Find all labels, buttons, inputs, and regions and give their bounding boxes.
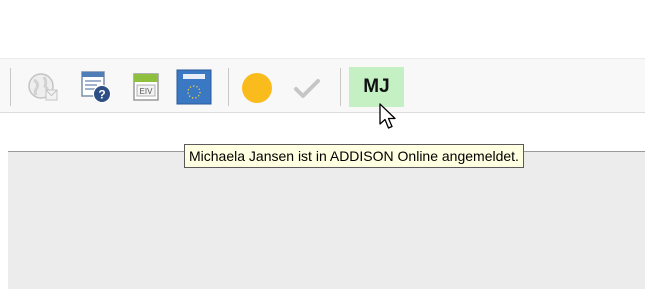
user-initials-button[interactable]: MJ: [349, 67, 404, 107]
elv-card-icon[interactable]: EIV: [131, 71, 161, 103]
eu-calculator-icon[interactable]: [175, 68, 213, 106]
login-status-tooltip: Michaela Jansen ist in ADDISON Online an…: [184, 144, 524, 168]
toolbar-separator: [10, 68, 11, 106]
mouse-cursor-icon: [379, 103, 396, 129]
toolbar-separator: [228, 68, 229, 106]
main-content-area: [8, 152, 645, 289]
svg-text:EIV: EIV: [140, 87, 154, 96]
status-dot-icon[interactable]: [240, 71, 274, 105]
toolbar-divider: [0, 112, 645, 113]
toolbar-separator: [340, 68, 341, 106]
checkmark-icon[interactable]: [292, 76, 322, 102]
help-window-icon[interactable]: ?: [79, 69, 115, 105]
svg-text:?: ?: [98, 88, 105, 102]
globe-icon[interactable]: [26, 70, 60, 104]
